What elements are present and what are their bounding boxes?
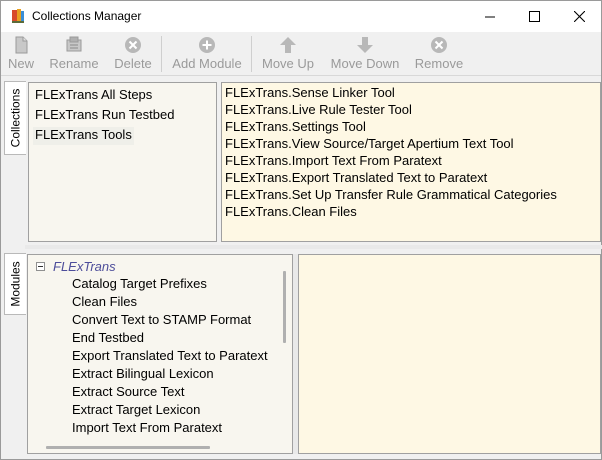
list-item[interactable]: FLExTrans.Export Translated Text to Para… <box>225 169 487 186</box>
tree-item[interactable]: Extract Target Lexicon <box>72 401 200 419</box>
remove-label: Remove <box>414 56 464 71</box>
list-item[interactable]: FLExTrans.Settings Tool <box>225 118 366 135</box>
add-module-label: Add Module <box>172 56 242 71</box>
module-tree[interactable]: FLExTrans Catalog Target Prefixes Clean … <box>27 254 293 454</box>
remove-button[interactable]: Remove <box>411 34 467 74</box>
list-item[interactable]: FLExTrans Run Testbed <box>33 107 176 125</box>
tree-item[interactable]: Extract Source Text <box>72 383 184 401</box>
toolbar: New Rename Delete Add Module Move Up Mov… <box>1 32 601 76</box>
collection-tools-list[interactable]: FLExTrans.Sense Linker Tool FLExTrans.Li… <box>221 82 601 242</box>
delete-label: Delete <box>114 56 152 71</box>
tree-item[interactable]: End Testbed <box>72 329 144 347</box>
remove-icon <box>431 37 447 53</box>
tab-modules[interactable]: Modules <box>4 253 26 315</box>
list-item[interactable]: FLExTrans.Set Up Transfer Rule Grammatic… <box>225 186 557 203</box>
add-module-button[interactable]: Add Module <box>169 34 245 74</box>
vertical-scrollbar[interactable] <box>283 271 286 343</box>
tree-item[interactable]: Catalog Target Prefixes <box>72 275 207 293</box>
tree-root-node[interactable]: FLExTrans <box>36 259 116 274</box>
tree-item[interactable]: Convert Text to STAMP Format <box>72 311 251 329</box>
rename-label: Rename <box>49 56 99 71</box>
arrow-up-icon <box>280 37 296 53</box>
minimize-button[interactable] <box>467 1 513 32</box>
app-icon <box>12 9 24 23</box>
close-icon <box>573 11 585 22</box>
module-details-panel <box>298 254 601 454</box>
minimize-icon <box>484 16 495 18</box>
tab-collections-label: Collections <box>8 88 23 148</box>
move-up-label: Move Up <box>261 56 315 71</box>
tree-item[interactable]: Import Text From Paratext <box>72 419 222 437</box>
tree-item[interactable]: Export Translated Text to Paratext <box>72 347 268 365</box>
toolbar-separator <box>161 36 162 72</box>
new-document-icon <box>15 36 28 54</box>
delete-icon <box>125 37 141 53</box>
maximize-button[interactable] <box>511 1 557 32</box>
move-down-button[interactable]: Move Down <box>328 34 402 74</box>
delete-button[interactable]: Delete <box>111 34 155 74</box>
tree-item[interactable]: Clean Files <box>72 293 137 311</box>
rename-button[interactable]: Rename <box>46 34 102 74</box>
move-up-button[interactable]: Move Up <box>258 34 318 74</box>
tab-modules-label: Modules <box>8 261 23 307</box>
maximize-icon <box>528 11 540 22</box>
new-button[interactable]: New <box>6 34 36 74</box>
collections-manager-window: Collections Manager New Rename Delete Ad… <box>0 0 602 460</box>
tab-collections[interactable]: Collections <box>4 81 26 155</box>
collections-list[interactable]: FLExTrans All Steps FLExTrans Run Testbe… <box>28 82 217 242</box>
list-item[interactable]: FLExTrans.Import Text From Paratext <box>225 152 442 169</box>
list-item-selected[interactable]: FLExTrans Tools <box>33 127 134 145</box>
new-label: New <box>7 56 34 71</box>
rename-icon <box>66 36 82 52</box>
collapse-icon[interactable] <box>36 262 45 271</box>
list-item[interactable]: FLExTrans.Clean Files <box>225 203 357 220</box>
list-item[interactable]: FLExTrans All Steps <box>33 87 154 105</box>
horizontal-scrollbar[interactable] <box>46 446 210 449</box>
list-item[interactable]: FLExTrans.Sense Linker Tool <box>225 84 395 101</box>
arrow-down-icon <box>357 37 373 53</box>
window-title: Collections Manager <box>32 9 142 23</box>
toolbar-separator <box>251 36 252 72</box>
list-item[interactable]: FLExTrans.Live Rule Tester Tool <box>225 101 412 118</box>
horizontal-splitter[interactable] <box>25 245 602 249</box>
move-down-label: Move Down <box>330 56 400 71</box>
title-bar: Collections Manager <box>1 1 601 32</box>
list-item[interactable]: FLExTrans.View Source/Target Apertium Te… <box>225 135 514 152</box>
tree-item[interactable]: Extract Bilingual Lexicon <box>72 365 214 383</box>
close-button[interactable] <box>556 1 602 32</box>
add-icon <box>199 37 215 53</box>
tree-root-label: FLExTrans <box>53 259 116 274</box>
